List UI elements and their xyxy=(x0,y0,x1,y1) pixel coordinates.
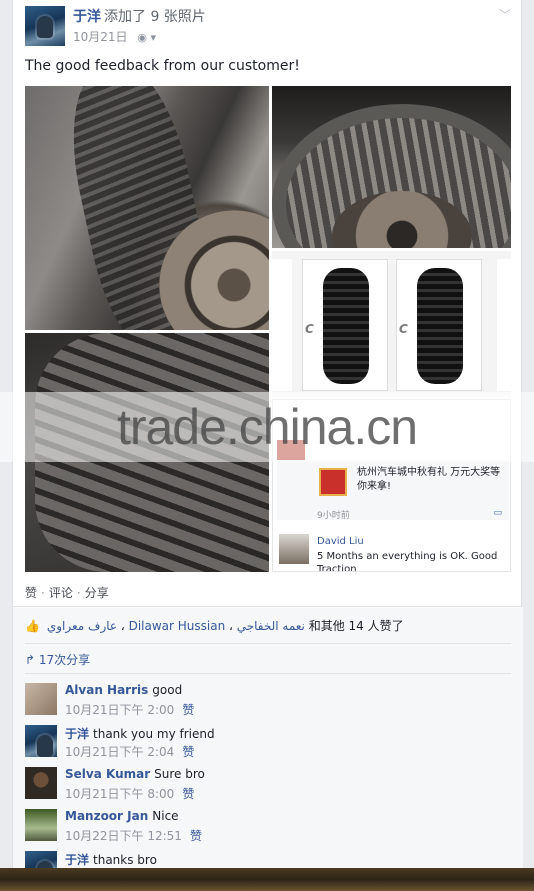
liker-2[interactable]: Dilawar Hussian xyxy=(129,619,226,633)
share-button[interactable]: 分享 xyxy=(85,586,109,600)
shares-count-row[interactable]: ↱ 17次分享 xyxy=(25,651,90,668)
comment-time[interactable]: 10月21日下午 2:04 xyxy=(65,745,174,759)
commenter-avatar[interactable] xyxy=(25,683,57,715)
commenter-name[interactable]: Alvan Harris xyxy=(65,683,148,697)
comment-time[interactable]: 10月21日下午 2:00 xyxy=(65,703,174,717)
divider xyxy=(25,643,511,644)
post-actions: 赞 · 评论 · 分享 xyxy=(25,586,109,600)
comment-time[interactable]: 10月21日下午 8:00 xyxy=(65,787,174,801)
comment-like-button[interactable]: 赞 xyxy=(182,703,194,717)
post-text: The good feedback from our customer! xyxy=(25,58,300,74)
commenter-avatar[interactable] xyxy=(25,725,57,757)
chat-icon: ▭ xyxy=(493,508,502,518)
comment-time[interactable]: 10月22日下午 12:51 xyxy=(65,829,182,843)
likes-summary: 👍 عارف معراوي ، Dilawar Hussian ، نعمه ا… xyxy=(25,619,404,633)
post-meta: 10月21日 ◉ ▾ xyxy=(73,28,156,45)
feedback-section: 👍 عارف معراوي ، Dilawar Hussian ، نعمه ا… xyxy=(13,606,523,883)
author-line: 于洋 添加了 9 张照片 xyxy=(73,6,206,26)
post-header: 于洋 添加了 9 张照片 10月21日 ◉ ▾ ﹀ xyxy=(25,4,511,48)
commenter-avatar[interactable] xyxy=(25,809,57,841)
post-date[interactable]: 10月21日 xyxy=(73,30,128,44)
shares-count[interactable]: 17次分享 xyxy=(39,653,90,667)
notification-text: 杭州汽车城中秋有礼 万元大奖等你来拿! xyxy=(357,467,501,492)
comment: Selva Kumar Sure bro 10月21日下午 8:00 赞 xyxy=(25,767,511,807)
liker-1[interactable]: عارف معراوي xyxy=(47,619,117,633)
like-button[interactable]: 赞 xyxy=(25,586,37,600)
comment-button[interactable]: 评论 xyxy=(49,586,73,600)
post-action[interactable]: 添加了 9 张照片 xyxy=(104,9,206,25)
commenter-name[interactable]: 于洋 xyxy=(65,727,89,741)
likes-suffix[interactable]: 和其他 14 人赞了 xyxy=(309,619,404,633)
comment-like-button[interactable]: 赞 xyxy=(182,787,194,801)
comment-like-button[interactable]: 赞 xyxy=(190,829,202,843)
options-chevron-icon[interactable]: ﹀ xyxy=(499,6,511,23)
thumbs-up-icon: 👍 xyxy=(25,619,40,633)
commenter-name[interactable]: Selva Kumar xyxy=(65,767,150,781)
watermark: trade.china.cn xyxy=(0,392,534,462)
commenter-name[interactable]: Manzoor Jan xyxy=(65,809,148,823)
author-name[interactable]: 于洋 xyxy=(73,9,101,25)
divider xyxy=(25,673,511,674)
photo-grid: C C 杭州汽车城中秋有礼 万元大奖等你来拿! 9小时前 ▭ David Liu… xyxy=(25,86,511,572)
comment-text: Sure bro xyxy=(154,767,205,781)
commenter-name[interactable]: 于洋 xyxy=(65,853,89,867)
globe-icon[interactable]: ◉ ▾ xyxy=(137,31,156,44)
chat-message: 5 Months an everything is OK. Good Tract… xyxy=(317,551,498,572)
bottom-strip xyxy=(0,868,534,891)
watermark-text: trade.china.cn xyxy=(116,399,418,455)
share-arrow-icon: ↱ xyxy=(25,653,36,667)
comment-text: thanks bro xyxy=(93,853,157,867)
comment: Manzoor Jan Nice 10月22日下午 12:51 赞 xyxy=(25,809,511,849)
chat-author: David Liu xyxy=(317,536,364,547)
gift-icon xyxy=(319,468,347,496)
photo-3[interactable]: C C xyxy=(272,251,511,396)
comment-like-button[interactable]: 赞 xyxy=(182,745,194,759)
author-avatar[interactable] xyxy=(25,6,65,46)
comment: 于洋 thank you my friend 10月21日下午 2:04 赞 xyxy=(25,725,511,765)
brand-label-a: C xyxy=(305,322,314,336)
photo-2[interactable] xyxy=(272,86,511,248)
chat-avatar xyxy=(279,534,309,564)
commenter-avatar[interactable] xyxy=(25,767,57,799)
photo-1[interactable] xyxy=(25,86,269,330)
brand-label-b: C xyxy=(399,322,408,336)
notification-time: 9小时前 xyxy=(317,511,350,521)
comment-text: good xyxy=(152,683,183,697)
comment-text: Nice xyxy=(152,809,179,823)
comment-text: thank you my friend xyxy=(93,727,215,741)
liker-3[interactable]: نعمه الخفاجي xyxy=(237,619,305,633)
comment: Alvan Harris good 10月21日下午 2:00 赞 xyxy=(25,683,511,723)
